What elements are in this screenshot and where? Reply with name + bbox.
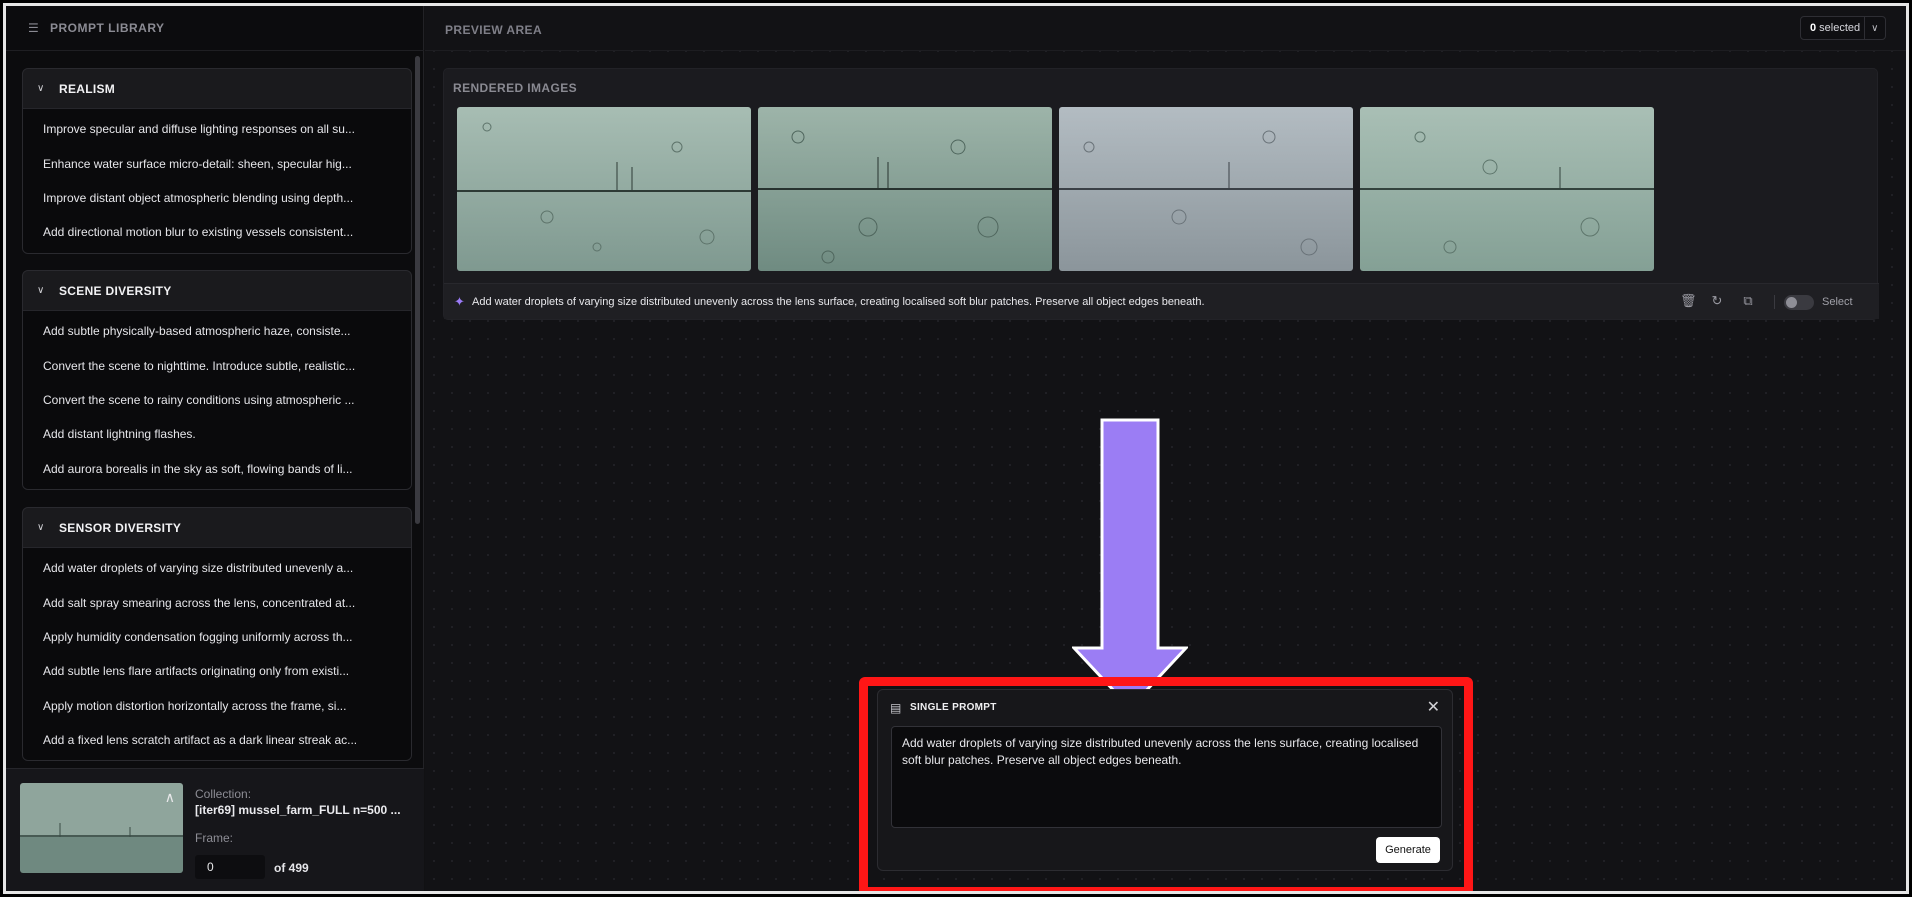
prompt-item[interactable]: Convert the scene to rainy conditions us… <box>23 383 411 417</box>
prompt-item-label: Improve distant object atmospheric blend… <box>43 190 354 205</box>
chevron-down-icon: ∨ <box>37 521 45 533</box>
close-icon[interactable]: ✕ <box>1427 697 1440 717</box>
rendered-image-graphic <box>758 107 1052 271</box>
chevron-down-icon: ∨ <box>37 284 45 296</box>
prompt-item[interactable]: Add distant lightning flashes. <box>23 417 411 451</box>
chevron-up-icon[interactable]: ∧ <box>165 789 175 806</box>
frame-label: Frame: <box>195 831 234 845</box>
dialog-title: SINGLE PROMPT <box>910 702 997 713</box>
trash-icon[interactable]: 🗑 <box>1680 294 1697 308</box>
prompt-item[interactable]: Add subtle lens flare artifacts originat… <box>23 654 411 688</box>
prompt-item-label: Add directional motion blur to existing … <box>43 225 354 240</box>
rendered-image[interactable] <box>758 107 1052 271</box>
sidebar-scrollbar[interactable] <box>415 56 420 524</box>
single-prompt-dialog: ▤ SINGLE PROMPT ✕ Add water droplets of … <box>877 689 1453 871</box>
sidebar-scroll-area[interactable]: ∨ REALISM Improve specular and diffuse l… <box>6 52 424 768</box>
rendered-title: RENDERED IMAGES <box>453 81 578 95</box>
chevron-down-icon[interactable]: ∨ <box>1863 17 1885 39</box>
select-toggle[interactable] <box>1784 295 1814 310</box>
collection-value: [iter69] mussel_farm_FULL n=500 ... <box>195 803 401 817</box>
group-header-sensor-diversity[interactable]: ∨ SENSOR DIVERSITY <box>23 508 411 548</box>
group-title: REALISM <box>59 81 116 96</box>
prompt-icon: ▤ <box>890 701 902 715</box>
library-icon: ☰ <box>28 21 39 35</box>
group-items: Improve specular and diffuse lighting re… <box>23 109 411 253</box>
prompt-item-label: Convert the scene to nighttime. Introduc… <box>43 358 356 373</box>
selection-count: 0 selected <box>1801 22 1864 34</box>
group-title: SENSOR DIVERSITY <box>59 520 182 535</box>
wand-icon: ✦ <box>454 294 465 309</box>
collection-label: Collection: <box>195 787 252 801</box>
prompt-item[interactable]: Add water droplets of varying size distr… <box>23 551 411 585</box>
group-sensor-diversity: ∨ SENSOR DIVERSITY Add water droplets of… <box>22 507 412 762</box>
prompt-item-label: Add distant lightning flashes. <box>43 427 196 442</box>
prompt-library-sidebar: ☰ PROMPT LIBRARY ∨ REALISM Improve specu… <box>6 6 424 891</box>
prompt-item-label: Add water droplets of varying size distr… <box>43 561 354 576</box>
group-header-realism[interactable]: ∨ REALISM <box>23 69 411 109</box>
group-items: Add subtle physically-based atmospheric … <box>23 311 411 489</box>
prompt-item[interactable]: Apply motion distortion horizontally acr… <box>23 689 411 723</box>
prompt-item-label: Enhance water surface micro-detail: shee… <box>43 156 352 171</box>
collection-footer: ∧ Collection: [iter69] mussel_farm_FULL … <box>6 768 424 891</box>
select-label: Select <box>1822 296 1853 308</box>
selection-dropdown[interactable]: 0 selected ∨ <box>1800 16 1886 40</box>
prompt-item[interactable]: Convert the scene to nighttime. Introduc… <box>23 348 411 382</box>
sidebar-header: ☰ PROMPT LIBRARY <box>6 6 424 51</box>
prompt-item[interactable]: Improve distant object atmospheric blend… <box>23 181 411 215</box>
prompt-textarea[interactable]: Add water droplets of varying size distr… <box>891 726 1442 828</box>
generate-button[interactable]: Generate <box>1376 837 1440 863</box>
prompt-item-label: Add subtle physically-based atmospheric … <box>43 324 351 339</box>
collection-thumbnail[interactable]: ∧ <box>20 783 183 873</box>
prompt-item[interactable]: Add subtle physically-based atmospheric … <box>23 314 411 348</box>
sidebar-title: PROMPT LIBRARY <box>50 21 165 35</box>
prompt-item[interactable]: Add a fixed lens scratch artifact as a d… <box>23 723 411 757</box>
rendered-prompt-text: Add water droplets of varying size distr… <box>472 296 1205 308</box>
frame-total: of 499 <box>274 861 309 875</box>
rendered-image-graphic <box>1059 107 1353 271</box>
prompt-item-label: Add aurora borealis in the sky as soft, … <box>43 461 353 476</box>
group-realism: ∨ REALISM Improve specular and diffuse l… <box>22 68 412 254</box>
prompt-item[interactable]: Add directional motion blur to existing … <box>23 215 411 249</box>
prompt-item-label: Convert the scene to rainy conditions us… <box>43 392 355 407</box>
prompt-item[interactable]: Improve specular and diffuse lighting re… <box>23 112 411 146</box>
group-scene-diversity: ∨ SCENE DIVERSITY Add subtle physically-… <box>22 270 412 490</box>
divider <box>1774 295 1775 309</box>
rendered-image-graphic <box>1360 107 1654 271</box>
annotation-arrow <box>1072 418 1188 710</box>
prompt-item-label: Apply humidity condensation fogging unif… <box>43 629 353 644</box>
rendered-image[interactable] <box>457 107 751 271</box>
prompt-item-label: Improve specular and diffuse lighting re… <box>43 122 355 137</box>
preview-title: PREVIEW AREA <box>445 23 543 37</box>
prompt-item[interactable]: Add salt spray smearing across the lens,… <box>23 585 411 619</box>
selected-suffix: selected <box>1816 22 1861 34</box>
app-window: ☰ PROMPT LIBRARY ∨ REALISM Improve specu… <box>3 3 1909 894</box>
rendered-image[interactable] <box>1360 107 1654 271</box>
prompt-item-label: Add subtle lens flare artifacts originat… <box>43 664 350 679</box>
prompt-item-label: Add salt spray smearing across the lens,… <box>43 595 356 610</box>
prompt-item[interactable]: Enhance water surface micro-detail: shee… <box>23 146 411 180</box>
prompt-item-label: Add a fixed lens scratch artifact as a d… <box>43 733 358 748</box>
group-items: Add water droplets of varying size distr… <box>23 548 411 761</box>
thumbnail-image <box>20 783 183 873</box>
group-header-scene-diversity[interactable]: ∨ SCENE DIVERSITY <box>23 271 411 311</box>
prompt-item-label: Apply motion distortion horizontally acr… <box>43 698 347 713</box>
refresh-icon[interactable]: ↻ <box>1710 294 1724 308</box>
frame-input[interactable]: 0 <box>195 855 265 879</box>
chevron-down-icon: ∨ <box>37 82 45 94</box>
prompt-item[interactable]: Apply humidity condensation fogging unif… <box>23 620 411 654</box>
rendered-prompt-row: ✦ Add water droplets of varying size dis… <box>444 283 1879 319</box>
rendered-image[interactable] <box>1059 107 1353 271</box>
preview-header: PREVIEW AREA 0 selected ∨ <box>425 6 1906 51</box>
rendered-images-card: RENDERED IMAGES ✦ Add water droplets of … <box>443 68 1879 320</box>
group-title: SCENE DIVERSITY <box>59 283 172 298</box>
copy-icon[interactable]: ⧉ <box>1741 294 1755 308</box>
prompt-item[interactable]: Add aurora borealis in the sky as soft, … <box>23 452 411 486</box>
rendered-image-graphic <box>457 107 751 271</box>
